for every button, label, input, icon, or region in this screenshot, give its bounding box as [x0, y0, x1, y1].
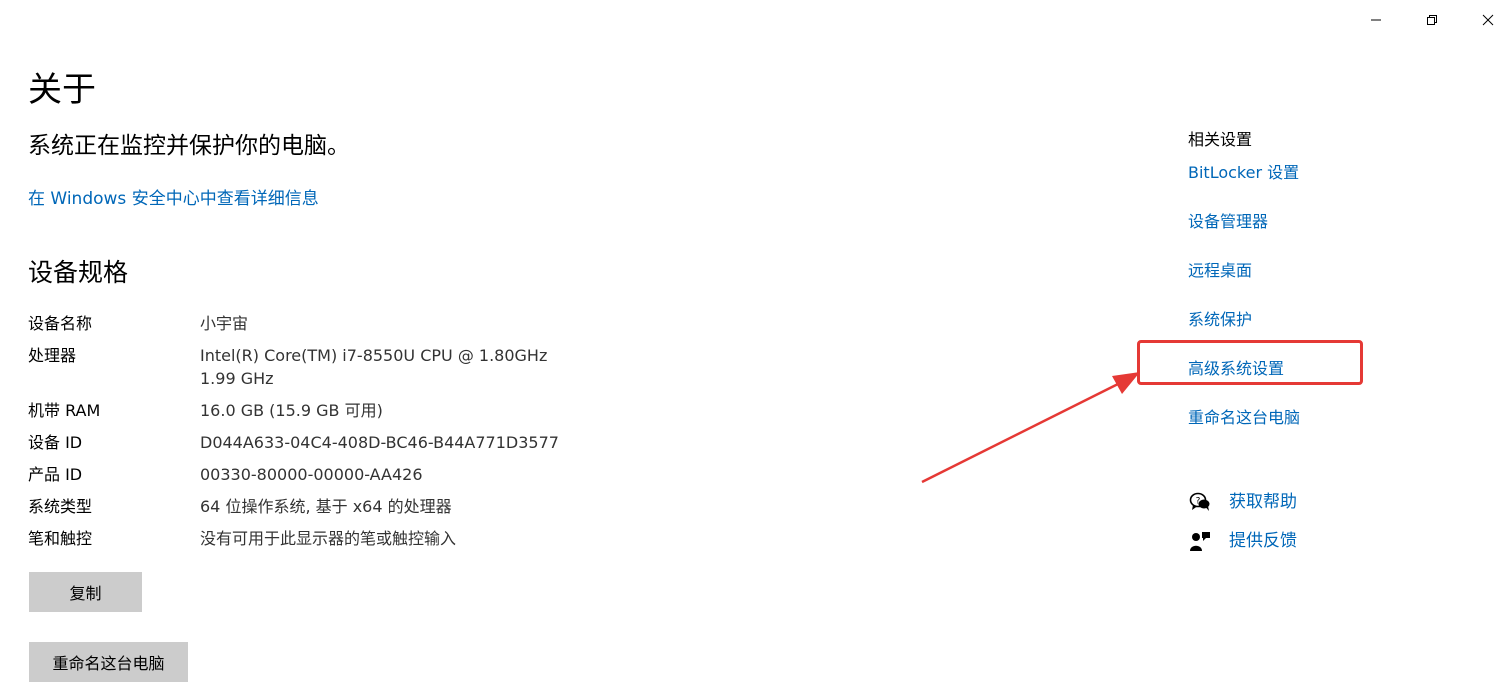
feedback-link[interactable]: 提供反馈: [1229, 528, 1297, 554]
spec-value: 00330-80000-00000-AA426: [200, 465, 423, 484]
spec-label: 笔和触控: [28, 529, 93, 548]
spec-value: D044A633-04C4-408D-BC46-B44A771D3577: [200, 433, 559, 452]
svg-text:?: ?: [1196, 497, 1201, 507]
spec-label: 机带 RAM: [28, 401, 101, 420]
system-protection-link[interactable]: 系统保护: [1188, 304, 1488, 336]
restore-icon: [1427, 15, 1437, 25]
page-title: 关于: [28, 70, 96, 110]
spec-label: 产品 ID: [28, 465, 83, 484]
minimize-icon: [1371, 19, 1381, 21]
spec-label: 设备名称: [28, 314, 93, 333]
copy-button[interactable]: 复制: [29, 572, 142, 612]
spec-value: 小宇宙: [200, 314, 249, 333]
remote-desktop-link[interactable]: 远程桌面: [1188, 255, 1488, 287]
spec-value: Intel(R) Core(TM) i7-8550U CPU @ 1.80GHz…: [200, 346, 563, 388]
spec-value: 64 位操作系统, 基于 x64 的处理器: [200, 497, 452, 516]
rename-pc-button[interactable]: 重命名这台电脑: [29, 642, 188, 682]
restore-button[interactable]: [1404, 0, 1460, 40]
spec-value: 16.0 GB (15.9 GB 可用): [200, 401, 383, 420]
get-help-link[interactable]: 获取帮助: [1229, 489, 1297, 515]
feedback-row[interactable]: 提供反馈: [1188, 528, 1297, 554]
spec-label: 处理器: [28, 346, 77, 365]
spec-row-pen-touch: 笔和触控 没有可用于此显示器的笔或触控输入: [28, 527, 628, 550]
related-settings-title: 相关设置: [1188, 130, 1253, 149]
minimize-button[interactable]: [1348, 0, 1404, 40]
spec-value: 没有可用于此显示器的笔或触控输入: [200, 529, 457, 548]
related-settings-panel: 相关设置 BitLocker 设置 设备管理器 远程桌面 系统保护 高级系统设置…: [1188, 127, 1488, 451]
security-center-link[interactable]: 在 Windows 安全中心中查看详细信息: [28, 186, 319, 212]
spec-row-ram: 机带 RAM 16.0 GB (15.9 GB 可用): [28, 399, 628, 422]
device-specs-title: 设备规格: [28, 258, 129, 287]
protection-status-text: 系统正在监控并保护你的电脑。: [28, 133, 350, 159]
rename-pc-link[interactable]: 重命名这台电脑: [1188, 402, 1488, 434]
close-icon: [1482, 14, 1494, 26]
chat-help-icon: ?: [1188, 490, 1212, 514]
bitlocker-settings-link[interactable]: BitLocker 设置: [1188, 157, 1488, 189]
close-button[interactable]: [1460, 0, 1507, 40]
spec-label: 系统类型: [28, 497, 93, 516]
feedback-person-icon: [1188, 529, 1212, 553]
spec-row-processor: 处理器 Intel(R) Core(TM) i7-8550U CPU @ 1.8…: [28, 344, 628, 390]
spec-row-device-name: 设备名称 小宇宙: [28, 312, 628, 335]
spec-row-device-id: 设备 ID D044A633-04C4-408D-BC46-B44A771D35…: [28, 431, 628, 454]
spec-row-system-type: 系统类型 64 位操作系统, 基于 x64 的处理器: [28, 495, 628, 518]
annotation-highlight-box: [1137, 340, 1363, 385]
spec-label: 设备 ID: [28, 433, 83, 452]
spec-row-product-id: 产品 ID 00330-80000-00000-AA426: [28, 463, 628, 486]
device-specs-table: 设备名称 小宇宙 处理器 Intel(R) Core(TM) i7-8550U …: [28, 312, 628, 559]
get-help-row[interactable]: ? 获取帮助: [1188, 489, 1297, 515]
device-manager-link[interactable]: 设备管理器: [1188, 206, 1488, 238]
